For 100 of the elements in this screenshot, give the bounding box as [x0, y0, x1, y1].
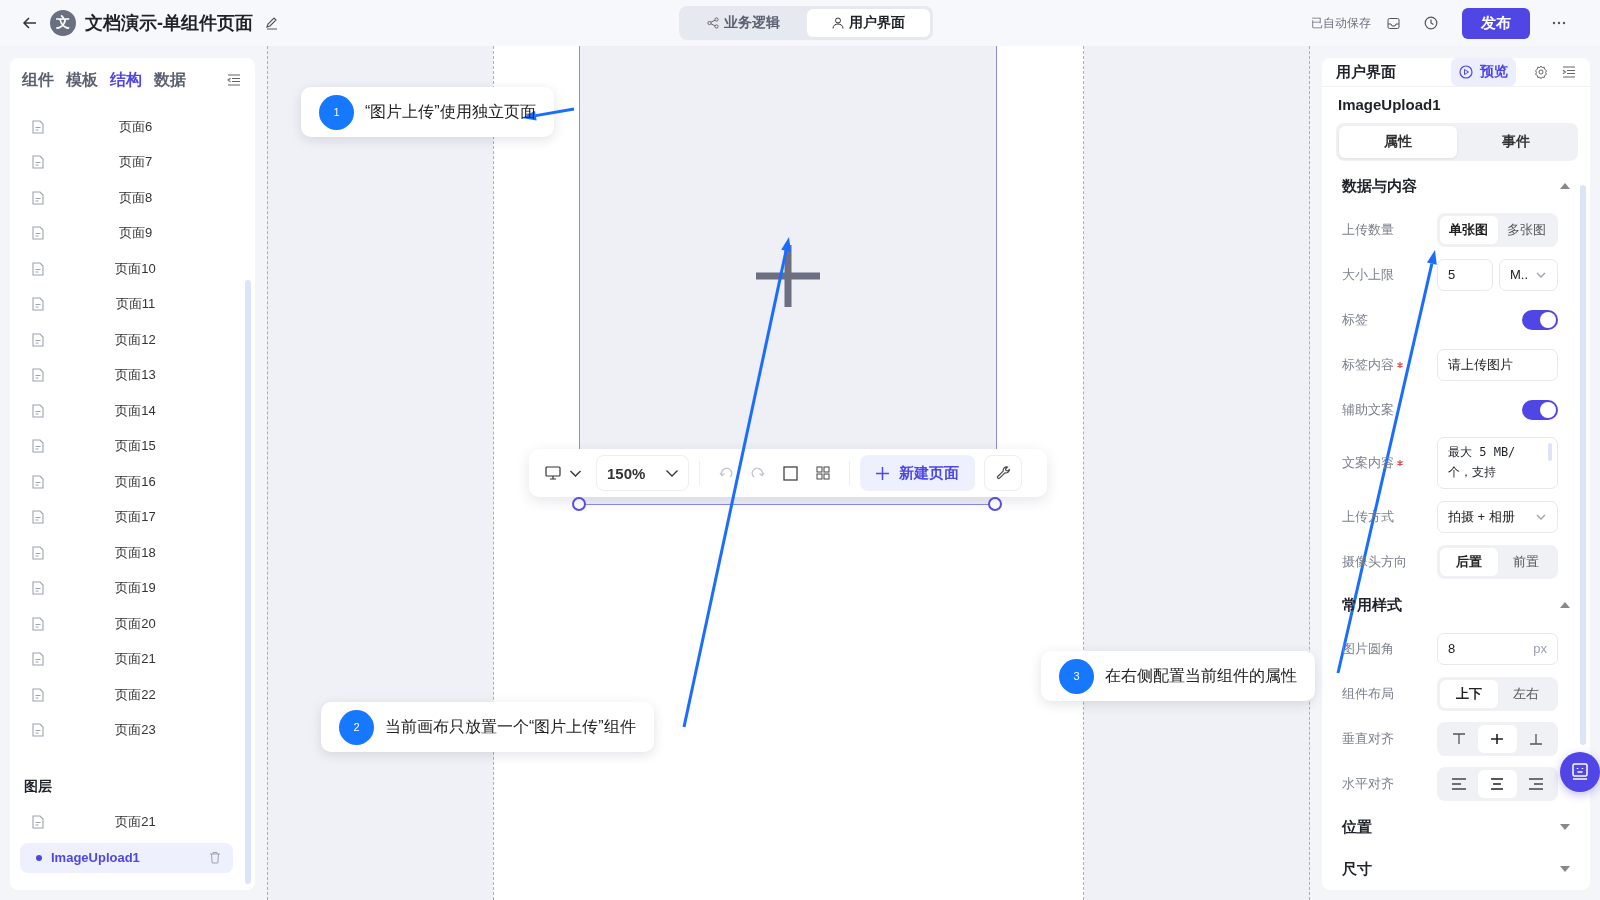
- page-item[interactable]: 页面8: [10, 180, 255, 216]
- page-item[interactable]: 页面20: [10, 606, 255, 642]
- preview-button[interactable]: 预览: [1451, 58, 1516, 86]
- segment-option[interactable]: 左右: [1497, 679, 1555, 708]
- segment-option[interactable]: [1478, 724, 1517, 753]
- mode-tab[interactable]: 用户界面: [807, 9, 930, 37]
- new-page-button[interactable]: 新建页面: [860, 455, 976, 491]
- zoom-select[interactable]: 150%: [596, 455, 690, 491]
- toggle-switch[interactable]: [1522, 309, 1558, 330]
- page-item[interactable]: 页面13: [10, 357, 255, 393]
- segment-option[interactable]: 前置: [1497, 547, 1555, 576]
- segment-option[interactable]: 后置: [1440, 547, 1498, 576]
- document-icon: [32, 332, 44, 347]
- menu-icon[interactable]: [1562, 66, 1576, 78]
- caret-up-icon[interactable]: [1560, 602, 1570, 608]
- share-icon: [707, 17, 719, 29]
- edit-icon[interactable]: [265, 16, 279, 30]
- field-label: 标签内容: [1342, 355, 1394, 374]
- step-number: 2: [339, 709, 374, 745]
- section-title: 数据与内容: [1342, 176, 1417, 196]
- document-icon: [32, 652, 44, 667]
- mode-tab[interactable]: 业务逻辑: [682, 9, 805, 37]
- plus-icon: [876, 466, 890, 480]
- page-item[interactable]: 页面11: [10, 286, 255, 322]
- align-center-icon: [1489, 776, 1506, 791]
- document-icon: [32, 297, 44, 312]
- size-field[interactable]: 5: [1437, 258, 1493, 291]
- step-number: 1: [319, 94, 354, 130]
- wrench-button[interactable]: [984, 455, 1023, 491]
- page-item[interactable]: 页面19: [10, 570, 255, 606]
- layer-item[interactable]: ImageUpload1: [20, 842, 233, 873]
- caret-down-icon[interactable]: [1560, 866, 1570, 872]
- document-icon: [32, 581, 44, 596]
- history-icon[interactable]: [1424, 16, 1438, 30]
- toggle-switch[interactable]: [1522, 399, 1558, 420]
- page-item[interactable]: 页面6: [10, 109, 255, 145]
- page-item[interactable]: 页面22: [10, 677, 255, 713]
- user-icon: [832, 17, 844, 29]
- segment-option[interactable]: 多张图: [1497, 215, 1555, 244]
- assistant-button[interactable]: [1560, 752, 1600, 792]
- field-label: 水平对齐: [1342, 774, 1394, 793]
- panel-tab[interactable]: 模板: [66, 69, 98, 91]
- component-name: ImageUpload1: [1337, 95, 1442, 115]
- panel-tab[interactable]: 组件: [22, 69, 54, 91]
- page-item[interactable]: 页面23: [10, 712, 255, 748]
- redo-icon: [751, 466, 766, 480]
- text-area[interactable]: 最大 5 MB/个，支持: [1437, 437, 1558, 489]
- caret-down-icon[interactable]: [1560, 824, 1570, 830]
- page-item[interactable]: 页面18: [10, 535, 255, 571]
- callout-text: “图片上传”使用独立页面: [365, 101, 536, 122]
- unit-select[interactable]: M..: [1499, 258, 1558, 291]
- page-item[interactable]: 页面15: [10, 428, 255, 464]
- field-label: 大小上限: [1342, 265, 1394, 284]
- resize-handle[interactable]: [988, 497, 1002, 511]
- back-icon[interactable]: [22, 15, 38, 31]
- page-item[interactable]: 页面7: [10, 144, 255, 180]
- field-label: 上传数量: [1342, 220, 1394, 239]
- undo-icon: [719, 466, 734, 480]
- section-title: 位置: [1342, 817, 1372, 837]
- page-item[interactable]: 页面12: [10, 322, 255, 358]
- scrollbar: [1548, 443, 1552, 461]
- panel-title: 用户界面: [1336, 62, 1397, 82]
- layers-heading: 图层: [23, 777, 53, 796]
- document-icon: [32, 723, 44, 738]
- document-icon: [32, 368, 44, 383]
- caret-up-icon[interactable]: [1560, 183, 1570, 189]
- page-item[interactable]: 页面16: [10, 464, 255, 500]
- document-icon: [32, 616, 44, 631]
- page-item[interactable]: 页面17: [10, 499, 255, 535]
- document-icon: [32, 261, 44, 276]
- step-number: 3: [1059, 658, 1094, 694]
- panel-tab[interactable]: 结构: [110, 69, 142, 91]
- number-field[interactable]: 8 px: [1437, 632, 1558, 665]
- more-icon[interactable]: [1552, 21, 1566, 25]
- page-item[interactable]: 页面9: [10, 215, 255, 251]
- page-item[interactable]: 页面21: [10, 641, 255, 677]
- layer-item[interactable]: 页面21: [10, 804, 255, 840]
- inbox-icon[interactable]: [1387, 16, 1400, 30]
- property-tab[interactable]: 事件: [1457, 126, 1575, 158]
- page-item[interactable]: 页面10: [10, 251, 255, 287]
- property-tab[interactable]: 属性: [1339, 126, 1457, 158]
- square-icon: [783, 465, 799, 481]
- panel-tab[interactable]: 数据: [154, 69, 186, 91]
- monitor-icon: [545, 466, 561, 480]
- autosave-status: 已自动保存: [1311, 14, 1371, 32]
- publish-button[interactable]: 发布: [1462, 7, 1530, 39]
- segment-option[interactable]: 上下: [1440, 679, 1498, 708]
- resize-handle[interactable]: [572, 497, 586, 511]
- document-title: 文档演示-单组件页面: [85, 12, 253, 35]
- page-item[interactable]: 页面14: [10, 393, 255, 429]
- field-label: 标签: [1342, 310, 1368, 329]
- plus-icon: [756, 243, 820, 307]
- document-icon: [32, 190, 44, 205]
- collapse-icon[interactable]: [227, 74, 241, 86]
- text-field[interactable]: 请上传图片: [1437, 348, 1558, 381]
- settings-icon[interactable]: [1534, 65, 1548, 79]
- align-top-icon: [1451, 731, 1468, 746]
- segment-option[interactable]: [1478, 769, 1517, 798]
- segment-option[interactable]: 单张图: [1440, 215, 1498, 244]
- dropdown-select[interactable]: 拍摄 + 相册: [1437, 500, 1558, 533]
